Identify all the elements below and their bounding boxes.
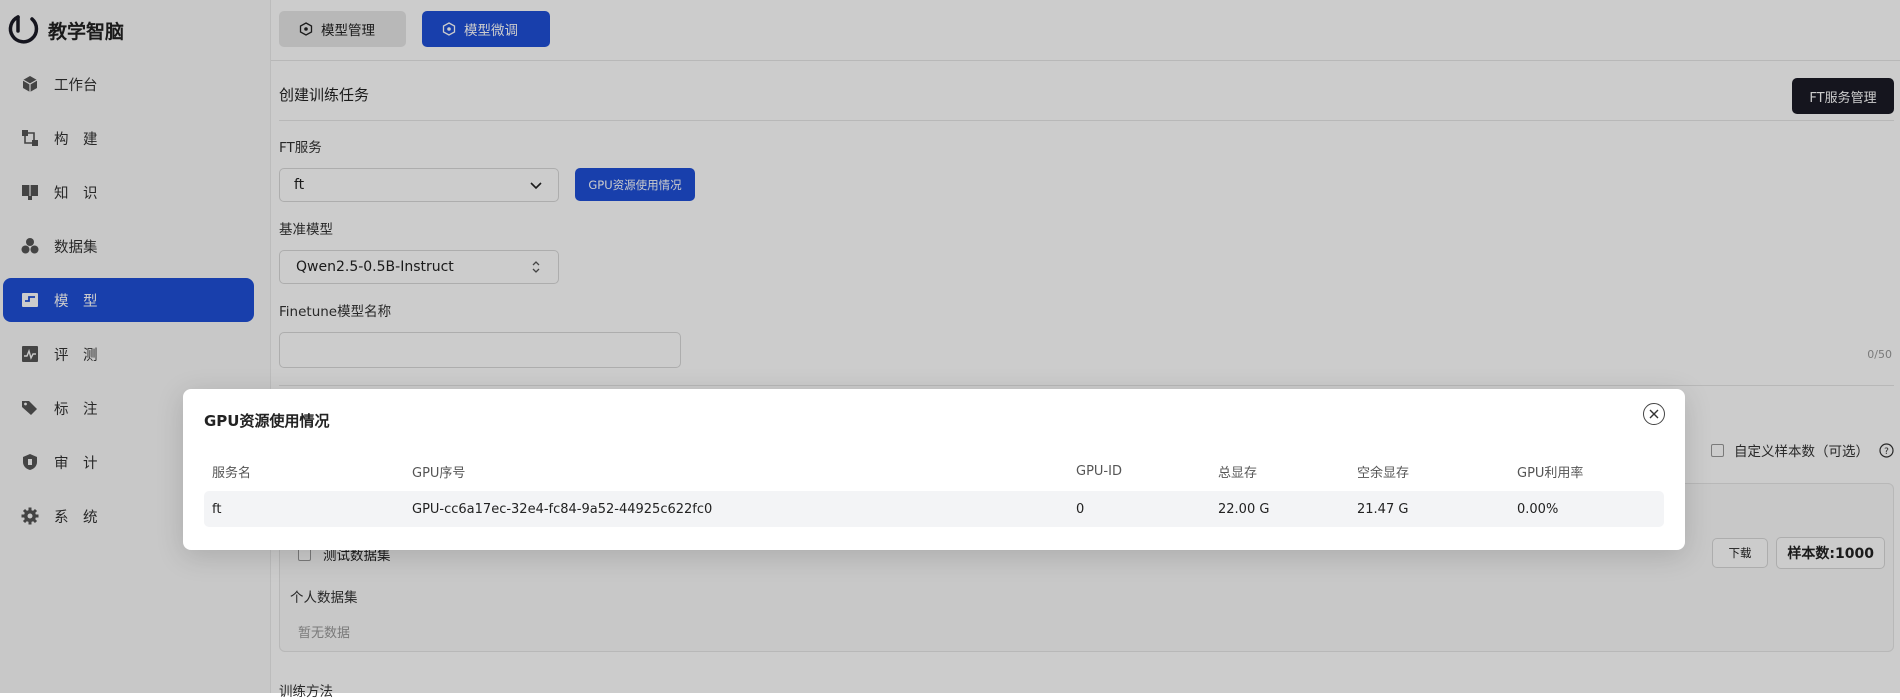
table-row: ft GPU-cc6a17ec-32e4-fc84-9a52-44925c622… bbox=[204, 491, 1664, 527]
column-header: GPU-ID bbox=[1076, 463, 1122, 479]
table-cell: ft bbox=[212, 501, 222, 517]
column-header: 总显存 bbox=[1218, 465, 1258, 481]
table-cell: GPU-cc6a17ec-32e4-fc84-9a52-44925c622fc0 bbox=[412, 501, 713, 517]
gpu-table: 服务名 GPU序号 GPU-ID 总显存 空余显存 GPU利用率 ft GPU-… bbox=[204, 453, 1664, 527]
gpu-usage-dialog: GPU资源使用情况 服务名 GPU序号 GPU-ID 总显存 空余显存 GPU利… bbox=[183, 389, 1685, 550]
column-header: GPU利用率 bbox=[1517, 465, 1584, 481]
app-root: 教学智脑 工作台 构 建 知 识 数据集 模 型 评 测 标 注 审 计 系 统… bbox=[0, 0, 1900, 700]
modal-backdrop[interactable] bbox=[0, 0, 1900, 693]
dialog-title: GPU资源使用情况 bbox=[204, 412, 330, 430]
table-cell: 0 bbox=[1076, 501, 1085, 517]
table-cell: 21.47 G bbox=[1357, 501, 1409, 517]
table-cell: 0.00% bbox=[1517, 501, 1559, 517]
column-header: 服务名 bbox=[212, 465, 252, 481]
close-icon bbox=[1649, 409, 1659, 419]
table-header: 服务名 GPU序号 GPU-ID 总显存 空余显存 GPU利用率 bbox=[204, 453, 1664, 489]
column-header: GPU序号 bbox=[412, 465, 466, 481]
table-cell: 22.00 G bbox=[1218, 501, 1270, 517]
column-header: 空余显存 bbox=[1357, 465, 1410, 481]
close-button[interactable] bbox=[1643, 403, 1665, 425]
